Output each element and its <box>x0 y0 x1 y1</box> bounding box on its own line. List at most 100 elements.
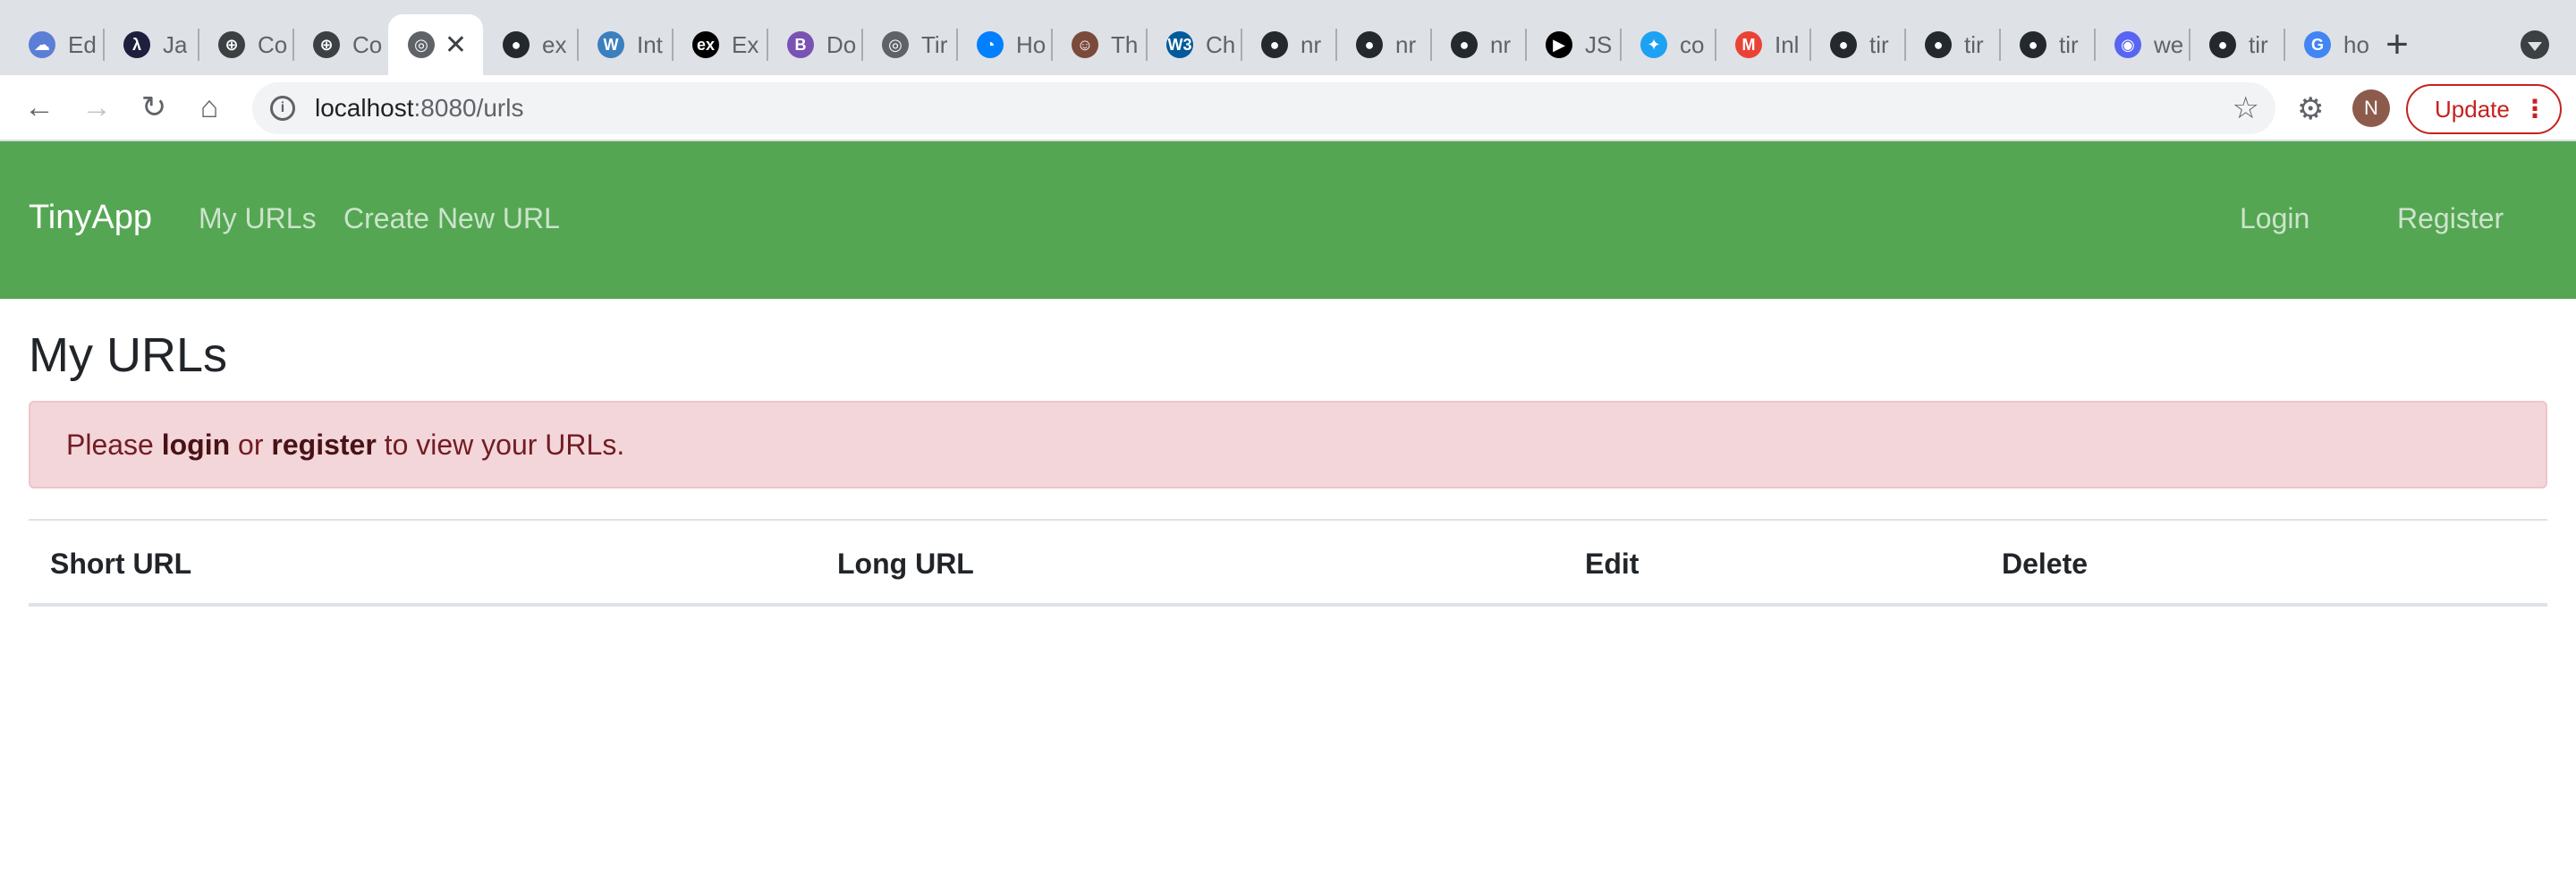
close-tab-icon[interactable]: ✕ <box>445 30 467 61</box>
browser-tab-title: Ja <box>163 30 188 58</box>
address-host: localhost <box>315 94 414 122</box>
tab-separator <box>672 29 674 61</box>
browser-tab[interactable]: ● tir <box>2190 14 2284 75</box>
tab-separator <box>1525 29 1527 61</box>
github-icon: ● <box>1925 31 1952 58</box>
home-icon[interactable]: ⌂ <box>190 88 229 127</box>
extensions-puzzle-icon[interactable]: ⚙ <box>2297 91 2324 127</box>
gmail-icon: M <box>1735 31 1762 58</box>
tab-separator <box>1620 29 1622 61</box>
browser-tab[interactable]: W3 Ch <box>1147 14 1241 75</box>
update-button[interactable]: Update ⋮ <box>2406 84 2562 134</box>
browser-tab-title: ex <box>542 30 567 58</box>
nav-register[interactable]: Register <box>2397 202 2504 235</box>
browser-tab[interactable]: ● nr <box>1431 14 1526 75</box>
browser-tab[interactable]: ◎ ✕ <box>388 14 483 75</box>
browser-tab[interactable]: ◎ Tir <box>862 14 957 75</box>
github-icon: ● <box>1451 31 1478 58</box>
compass-icon: ⊕ <box>313 31 340 58</box>
nav-my-urls[interactable]: My URLs <box>199 202 317 235</box>
alert-suffix: to view your URLs. <box>376 428 625 461</box>
globe-icon: ◎ <box>408 31 435 58</box>
browser-tab-title: JS <box>1585 30 1613 58</box>
alert-register-link[interactable]: register <box>271 429 376 462</box>
profile-avatar[interactable]: N <box>2352 89 2390 127</box>
w3c-icon: W3 <box>1166 31 1193 58</box>
github-icon: ● <box>1261 31 1288 58</box>
alert-prefix: Please <box>66 428 162 461</box>
back-icon[interactable]: ← <box>20 88 59 127</box>
update-label: Update <box>2435 95 2510 123</box>
globe-icon: ◎ <box>882 31 909 58</box>
tab-separator <box>103 29 105 61</box>
tab-separator <box>1715 29 1716 61</box>
tab-separator <box>1335 29 1337 61</box>
nav-login[interactable]: Login <box>2240 202 2309 235</box>
browser-toolbar: ← → ↻ ⌂ i localhost:8080/urls ☆ ⚙ N Upda… <box>0 75 2576 141</box>
tab-separator <box>1999 29 2001 61</box>
pen-icon: ▶ <box>1546 31 1572 58</box>
ex-icon: ex <box>692 31 719 58</box>
tab-separator <box>861 29 863 61</box>
header-long-url: Long URL <box>837 548 974 580</box>
browser-tab[interactable]: λ Ja <box>104 14 199 75</box>
address-bar[interactable]: i localhost:8080/urls ☆ <box>252 82 2275 134</box>
github-icon: ● <box>2020 31 2046 58</box>
browser-tab[interactable]: ☁ Ed <box>9 14 104 75</box>
browser-tab[interactable]: ● tir <box>1810 14 1905 75</box>
tab-separator <box>577 29 579 61</box>
tab-search-button[interactable] <box>2521 30 2549 59</box>
browser-tab[interactable]: ex Ex <box>673 14 767 75</box>
browser-tab[interactable]: ◔ Ho <box>957 14 1052 75</box>
browser-tab[interactable]: ✦ co <box>1621 14 1716 75</box>
site-info-icon[interactable]: i <box>270 96 295 121</box>
browser-tab[interactable]: ● nr <box>1336 14 1431 75</box>
cloud-icon: ☁ <box>29 31 55 58</box>
browser-tab[interactable]: ⊕ Co <box>199 14 293 75</box>
browser-tab[interactable]: B Do <box>767 14 862 75</box>
browser-tab-title: Tir <box>921 30 948 58</box>
tab-separator <box>956 29 958 61</box>
browser-tab-title: Co <box>352 30 383 58</box>
browser-tab[interactable]: ● nr <box>1241 14 1336 75</box>
address-path: :8080/urls <box>413 94 524 122</box>
browser-tab[interactable]: ◉ we <box>2095 14 2190 75</box>
tab-separator <box>198 29 199 61</box>
browser-tab-title: co <box>1680 30 1705 58</box>
browser-tab[interactable]: Gho <box>2284 14 2379 75</box>
browser-tab-title: we <box>2154 30 2184 58</box>
github-icon: ● <box>1356 31 1383 58</box>
browser-tab[interactable]: ⊕ Co <box>293 14 388 75</box>
new-tab-button[interactable]: + <box>2379 21 2415 68</box>
address-url: localhost:8080/urls <box>315 94 523 123</box>
browser-tab[interactable]: W Int <box>578 14 673 75</box>
browser-tab[interactable]: M Inl <box>1716 14 1810 75</box>
browser-tab-title: Co <box>258 30 288 58</box>
bookmark-star-icon[interactable]: ☆ <box>2233 90 2259 126</box>
browser-tab-title: Do <box>826 30 857 58</box>
tab-separator <box>1051 29 1053 61</box>
page-title: My URLs <box>29 328 228 382</box>
browser-tab-title: Ch <box>1206 30 1236 58</box>
twitter-icon: ✦ <box>1640 31 1667 58</box>
lambda-icon: λ <box>123 31 150 58</box>
browser-tab[interactable]: ☺ Th <box>1052 14 1147 75</box>
tab-separator <box>2094 29 2096 61</box>
brand-link[interactable]: TinyApp <box>29 199 152 237</box>
browser-tab-strip: + ☁ Ed λ Ja ⊕ Co ⊕ Co ◎ ✕ ● ex W Int ex Ex B Do ◎ Tir ◔ Ho ☺ Th… <box>0 0 2576 75</box>
browser-tab[interactable]: ● ex <box>483 14 578 75</box>
browser-tab-title: Ed <box>68 30 97 58</box>
browser-tab[interactable]: ▶ JS <box>1526 14 1621 75</box>
browser-tab[interactable]: ● tir <box>1905 14 2000 75</box>
browser-tab[interactable]: ● tir <box>2000 14 2095 75</box>
forward-icon[interactable]: → <box>77 88 116 127</box>
reload-icon[interactable]: ↻ <box>134 88 174 127</box>
alert-login-link[interactable]: login <box>162 429 230 462</box>
bootstrap-icon: B <box>787 31 814 58</box>
github-icon: ● <box>503 31 530 58</box>
nav-create-new-url[interactable]: Create New URL <box>343 202 560 235</box>
menu-kebab-icon: ⋮ <box>2522 95 2547 123</box>
tab-separator <box>1430 29 1432 61</box>
tab-separator <box>1146 29 1148 61</box>
tab-separator <box>767 29 768 61</box>
